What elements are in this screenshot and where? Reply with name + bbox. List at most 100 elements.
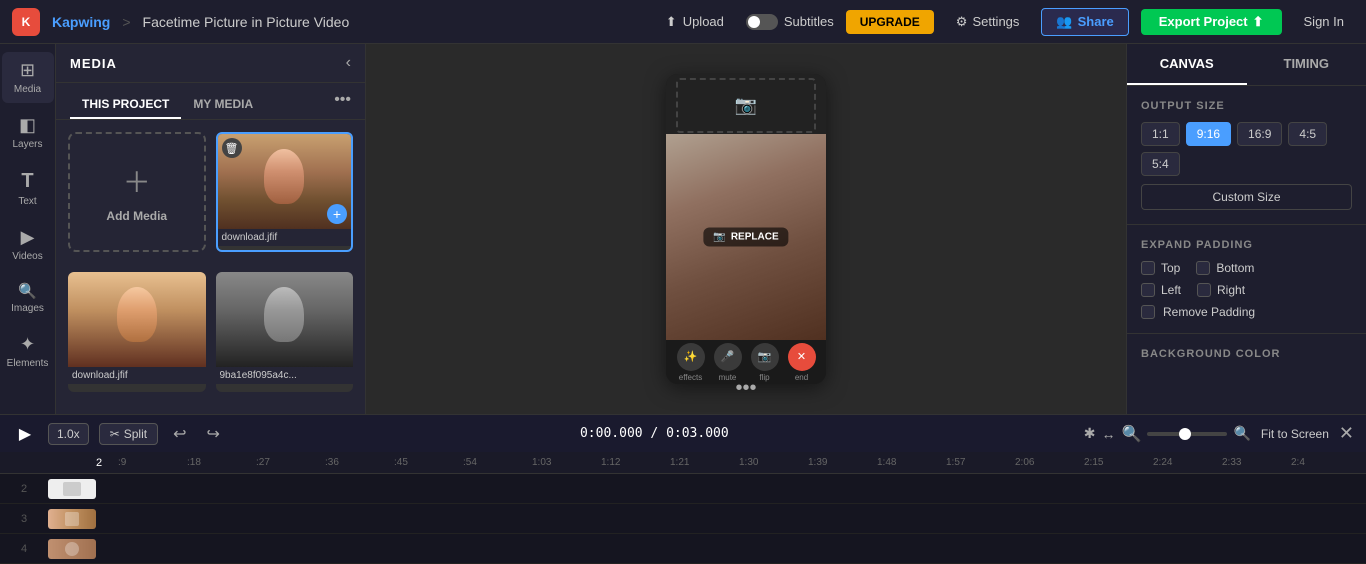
sidebar-label-text: Text bbox=[18, 196, 36, 207]
images-icon: 🔍 bbox=[18, 282, 37, 300]
zoom-slider[interactable] bbox=[1147, 432, 1227, 436]
ruler-mark-112: 1:12 bbox=[601, 457, 670, 468]
sidebar-item-media[interactable]: ⊞ Media bbox=[2, 52, 54, 103]
media-collapse-button[interactable]: ‹ bbox=[346, 54, 351, 72]
phone-canvas[interactable]: 📷 📷 REPLACE ✨ eff bbox=[666, 74, 826, 384]
canvas-container: 📷 📷 REPLACE ✨ eff bbox=[666, 74, 826, 384]
zoom-arrows-icon: ↔ bbox=[1102, 426, 1116, 442]
zoom-in-button[interactable]: 🔍 bbox=[1233, 425, 1250, 442]
padding-left-right: Left Right bbox=[1141, 283, 1352, 297]
media-more-button[interactable]: ••• bbox=[334, 91, 351, 119]
export-button[interactable]: Export Project ⬆ bbox=[1141, 9, 1282, 35]
padding-left-label: Left bbox=[1161, 283, 1181, 297]
zoom-slider-thumb[interactable] bbox=[1179, 428, 1191, 440]
media-icon: ⊞ bbox=[20, 60, 35, 81]
remove-padding-checkbox[interactable] bbox=[1141, 305, 1155, 319]
mute-button[interactable]: 🎤 bbox=[714, 343, 742, 371]
padding-left-item: Left bbox=[1141, 283, 1181, 297]
ctrl-mute[interactable]: 🎤 mute bbox=[714, 343, 742, 382]
play-button[interactable]: ▶ bbox=[12, 421, 38, 447]
split-button[interactable]: ✂ Split bbox=[99, 423, 158, 445]
effects-button[interactable]: ✨ bbox=[677, 343, 705, 371]
size-btn-9-16[interactable]: 9:16 bbox=[1186, 122, 1231, 146]
fit-to-screen-button[interactable]: Fit to Screen bbox=[1261, 427, 1329, 441]
media-thumb-delete-1[interactable]: 🗑 bbox=[222, 138, 242, 158]
size-btn-4-5[interactable]: 4:5 bbox=[1288, 122, 1327, 146]
flip-button[interactable]: 📷 bbox=[751, 343, 779, 371]
media-thumb-1[interactable]: 🗑 + download.jfif bbox=[216, 132, 354, 252]
padding-right-checkbox[interactable] bbox=[1197, 283, 1211, 297]
replace-label: REPLACE bbox=[731, 232, 779, 243]
upload-icon: ⬆ bbox=[666, 14, 677, 30]
share-button[interactable]: 👥 Share bbox=[1041, 8, 1128, 36]
tab-timing[interactable]: TIMING bbox=[1247, 44, 1366, 85]
padding-left-checkbox[interactable] bbox=[1141, 283, 1155, 297]
undo-button[interactable]: ↩ bbox=[168, 421, 191, 447]
ruler-marks: 2 :9 :18 :27 :36 :45 :54 1:03 1:12 1:21 … bbox=[48, 452, 1360, 473]
custom-size-button[interactable]: Custom Size bbox=[1141, 184, 1352, 210]
ruler-mark-45: :45 bbox=[394, 457, 463, 468]
size-btn-16-9[interactable]: 16:9 bbox=[1237, 122, 1282, 146]
text-icon: T bbox=[21, 170, 33, 193]
sidebar-item-text[interactable]: T Text bbox=[2, 162, 54, 215]
canvas-more-button[interactable]: ••• bbox=[735, 377, 756, 400]
canvas-area[interactable]: 📷 📷 REPLACE ✨ eff bbox=[366, 44, 1126, 414]
sidebar-item-elements[interactable]: ✦ Elements bbox=[2, 326, 54, 377]
media-thumb-2[interactable]: download.jfif bbox=[68, 272, 206, 392]
ctrl-end[interactable]: ✕ end bbox=[788, 343, 816, 382]
right-panel: CANVAS TIMING OUTPUT SIZE 1:1 9:16 16:9 … bbox=[1126, 44, 1366, 414]
timeline-row-4: 4 bbox=[0, 534, 1366, 564]
remove-padding-row: Remove Padding bbox=[1141, 305, 1352, 319]
media-thumb-img-3 bbox=[216, 272, 354, 367]
padding-top-checkbox[interactable] bbox=[1141, 261, 1155, 275]
tab-canvas[interactable]: CANVAS bbox=[1127, 44, 1247, 85]
canvas-top-slot[interactable]: 📷 bbox=[666, 74, 826, 134]
track-clip-2[interactable] bbox=[48, 479, 96, 499]
padding-bottom-checkbox[interactable] bbox=[1196, 261, 1210, 275]
track-clip-4[interactable] bbox=[48, 539, 96, 559]
close-timeline-button[interactable]: ✕ bbox=[1339, 423, 1354, 444]
ctrl-effects[interactable]: ✨ effects bbox=[677, 343, 705, 382]
ruler-mark-233: 2:33 bbox=[1222, 457, 1291, 468]
ruler-mark-224: 2:24 bbox=[1153, 457, 1222, 468]
track-clip-3[interactable] bbox=[48, 509, 96, 529]
output-size-section: OUTPUT SIZE 1:1 9:16 16:9 4:5 5:4 Custom… bbox=[1127, 86, 1366, 225]
ctrl-flip[interactable]: 📷 flip bbox=[751, 343, 779, 382]
media-thumb-img-2 bbox=[68, 272, 206, 367]
sidebar-item-layers[interactable]: ◧ Layers bbox=[2, 107, 54, 158]
add-media-button[interactable]: ＋ Add Media bbox=[68, 132, 206, 252]
zoom-cluster-icon: ✱ bbox=[1084, 425, 1096, 442]
subtitles-toggle[interactable]: Subtitles bbox=[746, 14, 834, 30]
canvas-main-video[interactable]: 📷 REPLACE bbox=[666, 134, 826, 340]
ruler-mark-27: :27 bbox=[256, 457, 325, 468]
brand-link[interactable]: Kapwing bbox=[52, 14, 110, 30]
redo-button[interactable]: ↪ bbox=[202, 421, 225, 447]
subtitles-toggle-switch[interactable] bbox=[746, 14, 778, 30]
right-panel-tabs: CANVAS TIMING bbox=[1127, 44, 1366, 86]
main-area: ⊞ Media ◧ Layers T Text ▶ Videos 🔍 Image… bbox=[0, 44, 1366, 414]
sidebar-item-images[interactable]: 🔍 Images bbox=[2, 274, 54, 322]
expand-padding-title: EXPAND PADDING bbox=[1141, 239, 1352, 251]
camera-icon: 📷 bbox=[735, 95, 757, 116]
sidebar-item-videos[interactable]: ▶ Videos bbox=[2, 219, 54, 270]
tab-my-media[interactable]: MY MEDIA bbox=[181, 91, 265, 119]
media-panel: MEDIA ‹ THIS PROJECT MY MEDIA ••• ＋ Add … bbox=[56, 44, 366, 414]
zoom-out-button[interactable]: 🔍 bbox=[1122, 424, 1142, 444]
speed-button[interactable]: 1.0x bbox=[48, 423, 89, 445]
size-btn-5-4[interactable]: 5:4 bbox=[1141, 152, 1180, 176]
upgrade-button[interactable]: UPGRADE bbox=[846, 10, 934, 34]
size-btn-1-1[interactable]: 1:1 bbox=[1141, 122, 1180, 146]
upload-button[interactable]: ⬆ Upload bbox=[656, 10, 734, 34]
add-media-label: Add Media bbox=[106, 209, 167, 223]
signin-button[interactable]: Sign In bbox=[1294, 10, 1354, 33]
media-thumb-3[interactable]: 9ba1e8f095a4c... bbox=[216, 272, 354, 392]
end-button[interactable]: ✕ bbox=[788, 343, 816, 371]
topbar: K Kapwing > Facetime Picture in Picture … bbox=[0, 0, 1366, 44]
padding-right-label: Right bbox=[1217, 283, 1245, 297]
replace-overlay[interactable]: 📷 REPLACE bbox=[703, 228, 788, 247]
settings-button[interactable]: ⚙ Settings bbox=[946, 10, 1030, 34]
remove-padding-label: Remove Padding bbox=[1163, 305, 1255, 319]
tab-this-project[interactable]: THIS PROJECT bbox=[70, 91, 181, 119]
media-thumb-add-1[interactable]: + bbox=[327, 204, 347, 224]
media-thumb-label-1: download.jfif bbox=[218, 229, 352, 246]
